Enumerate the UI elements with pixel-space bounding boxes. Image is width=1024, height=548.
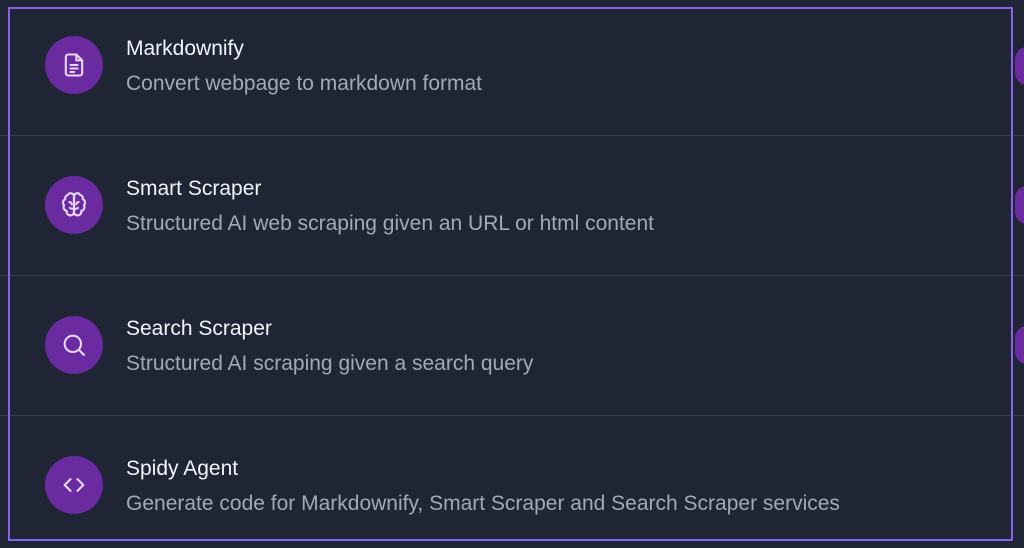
selection-outline [8, 7, 1013, 541]
services-page: Markdownify Convert webpage to markdown … [0, 0, 1024, 548]
